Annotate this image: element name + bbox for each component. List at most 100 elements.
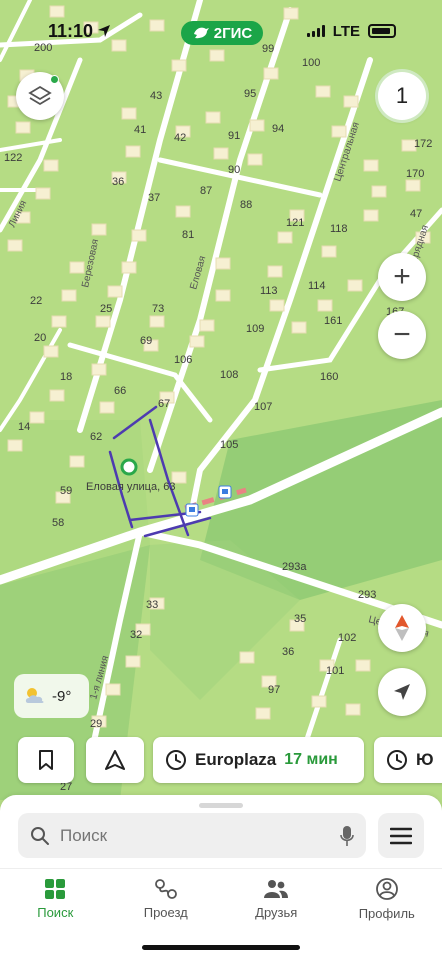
map-house-number: 47 [410,208,422,220]
location-services-icon [98,25,111,37]
map-house-number: 88 [240,199,252,211]
map-house-number: 43 [150,90,162,102]
tab-search[interactable]: Поиск [0,869,111,928]
bookmarks-button[interactable] [18,737,74,783]
tab-route[interactable]: Проезд [111,869,222,928]
compass-button[interactable] [378,604,426,652]
map-house-number: 73 [152,303,164,315]
map-house-number: 160 [320,371,338,383]
map-house-number: 32 [130,629,142,641]
route-chip-europlaza[interactable]: Europlaza 17 мин [153,737,364,783]
map-house-number: 172 [414,138,432,150]
map-house-number: 108 [220,369,238,381]
map-house-number: 90 [228,164,240,176]
map-house-number: 35 [294,613,306,625]
route-duration: 17 мин [284,751,338,768]
signal-icon [306,25,325,37]
map-house-number: 69 [140,335,152,347]
system-status: LTE [306,22,396,40]
route-chip-second[interactable]: Ю [374,737,442,783]
app-screen: 200 99 100 43 95 41 42 91 94 122 36 87 9… [0,0,442,960]
sheet-drag-handle[interactable] [199,803,243,808]
map-house-number: 25 [100,303,112,315]
layers-icon [28,85,52,106]
zoom-in-button[interactable]: + [378,253,426,301]
map-house-number: 62 [90,431,102,443]
map-house-number: 161 [324,315,342,327]
map-house-number: 81 [182,229,194,241]
map-house-number: 36 [112,176,124,188]
bus-stop-icon[interactable] [218,485,232,499]
map-house-number: 114 [308,280,326,292]
network-type: LTE [332,22,360,40]
search-icon [31,826,49,845]
route-icon [154,878,177,899]
map-house-number: 293а [282,561,307,573]
my-location-button[interactable] [378,668,426,716]
place-label[interactable]: Еловая улица, 63 [86,481,175,493]
friends-icon [264,879,289,898]
status-time-text: 11:10 [48,20,94,41]
tab-profile[interactable]: Профиль [332,869,442,928]
tab-bar: Поиск Проезд Друзья Профиль [0,868,442,928]
map-house-number: 95 [244,88,256,100]
map-house-number: 66 [114,385,126,397]
menu-button[interactable] [378,813,424,858]
tab-label: Поиск [37,904,74,920]
map-house-number: 113 [260,285,278,297]
search-bar[interactable] [18,813,366,858]
map-house-number: 109 [246,323,264,335]
map-house-number: 18 [60,371,72,383]
map-house-number: 20 [34,332,46,344]
map-house-number: 14 [18,421,30,433]
search-input[interactable] [60,825,330,846]
map-house-number: 59 [60,485,72,497]
brand-name: 2ГИС [213,24,253,42]
street-label: Еловая [188,255,208,291]
locate-arrow-icon [394,684,410,700]
battery-icon [368,24,396,38]
bus-stop-icon[interactable] [185,503,199,517]
map-house-number: 107 [254,401,272,413]
zoom-out-button[interactable]: − [378,311,426,359]
map-house-number: 94 [272,123,284,135]
map-house-number: 102 [338,632,356,644]
map-house-number: 41 [134,124,146,136]
navigator-button[interactable] [86,737,144,783]
tab-friends[interactable]: Друзья [221,869,332,928]
grid-icon [45,878,66,899]
map-house-number: 87 [200,185,212,197]
navigation-icon [105,750,125,770]
map-house-number: 33 [146,599,158,611]
map-house-number: 101 [326,665,344,677]
location-pin-icon[interactable] [120,458,138,476]
clock-icon [166,750,186,770]
map-house-number: 91 [228,130,240,142]
tab-label: Друзья [255,904,298,920]
map-house-number: 122 [4,152,22,164]
tab-label: Проезд [143,904,188,920]
map-house-number: 105 [220,439,238,451]
plus-icon: + [393,260,411,293]
compass-icon [395,615,409,641]
map-house-number: 118 [330,223,348,235]
clock-icon [387,750,407,770]
microphone-icon[interactable] [340,825,354,847]
route-destination: Ю [416,750,434,769]
status-time: 11:10 [48,21,111,42]
map-house-number: 22 [30,295,42,307]
layers-button[interactable] [16,72,64,120]
map-count-badge: 1 [395,83,409,108]
map-house-number: 121 [286,217,304,229]
weather-temperature: -9° [52,687,72,705]
bookmark-icon [39,750,53,770]
hamburger-menu-icon [390,827,412,844]
bottom-sheet: Поиск Проезд Друзья Профиль [0,795,442,960]
dove-logo-icon [193,27,209,39]
map-house-number: 293 [358,589,376,601]
app-brand-badge: 2ГИС [181,21,263,45]
home-indicator [142,945,300,950]
map-house-number: 106 [174,354,192,366]
map-count-button[interactable]: 1 [378,72,426,120]
weather-widget[interactable]: -9° [14,674,89,718]
